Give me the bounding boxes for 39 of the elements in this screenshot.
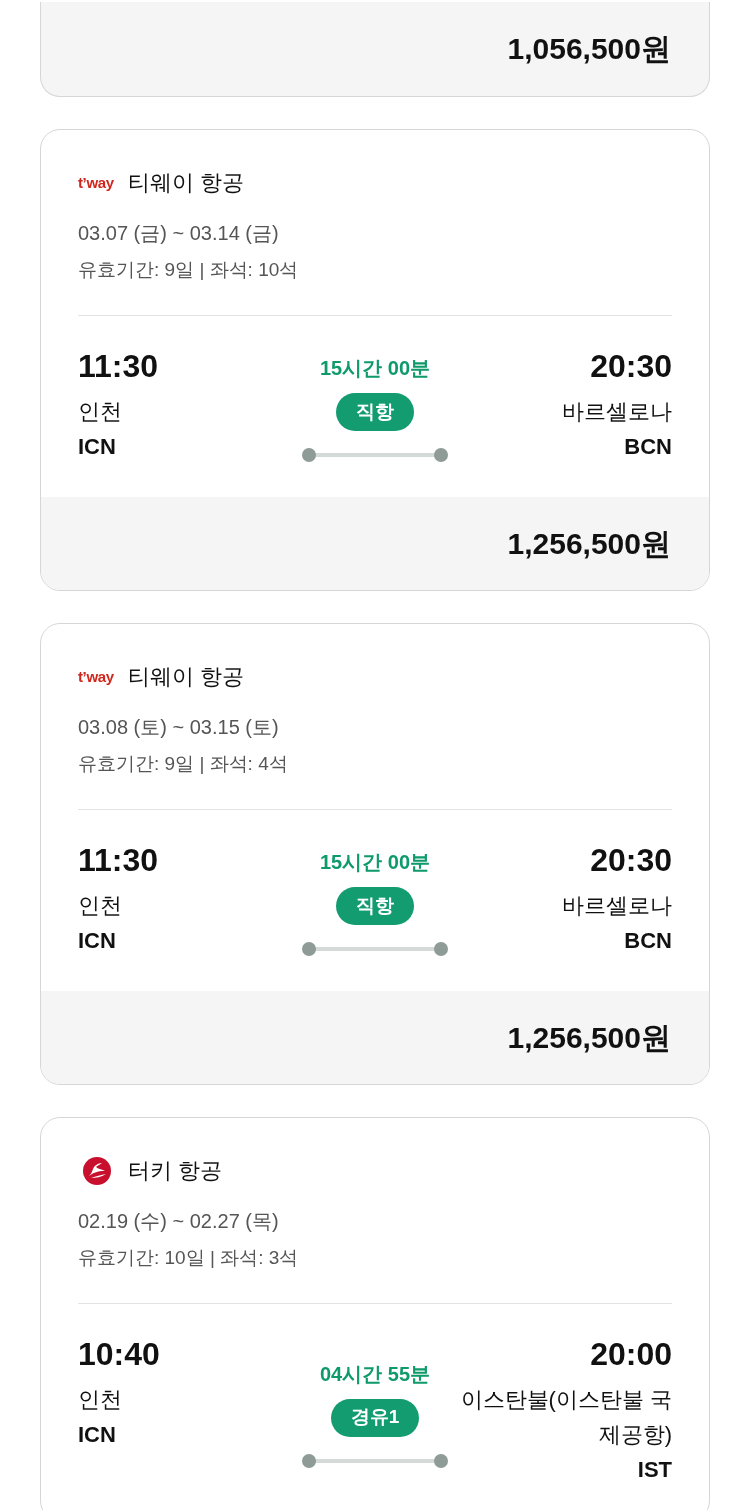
arrival-code: BCN <box>624 433 672 461</box>
stops-badge: 직항 <box>336 393 414 431</box>
flight-duration: 15시간 00분 <box>319 850 431 875</box>
price: 1,256,500원 <box>507 1019 671 1056</box>
departure-code: ICN <box>78 1421 116 1449</box>
price: 1,056,500원 <box>507 31 671 67</box>
arrival-city: 바르셀로나 <box>562 892 672 920</box>
travel-dates: 03.07 (금) ~ 03.14 (금) <box>78 221 280 246</box>
departure-time: 11:30 <box>78 347 159 386</box>
bird-emblem-icon <box>83 1157 111 1185</box>
arrival-time: 20:00 <box>590 1335 672 1374</box>
price: 1,256,500원 <box>507 525 671 562</box>
stops-badge: 직항 <box>336 887 414 925</box>
validity-seats: 유효기간: 9일 | 좌석: 4석 <box>78 750 672 778</box>
departure-city: 인천 <box>78 892 122 920</box>
flight-duration: 15시간 00분 <box>319 356 431 381</box>
arrival-time: 20:30 <box>590 841 672 880</box>
airline-name: 티웨이 항공 <box>128 169 245 197</box>
travel-dates: 03.08 (토) ~ 03.15 (토) <box>78 715 280 740</box>
stops-badge: 경유1 <box>330 1398 420 1437</box>
airline-name: 터키 항공 <box>128 1157 223 1185</box>
travel-dates: 02.19 (수) ~ 02.27 (목) <box>78 1209 280 1234</box>
airline-name: 티웨이 항공 <box>128 663 245 691</box>
departure-city: 인천 <box>78 398 122 426</box>
departure-code: ICN <box>78 927 116 955</box>
validity-seats: 유효기간: 10일 | 좌석: 3석 <box>78 1244 672 1272</box>
arrival-code: BCN <box>624 927 672 955</box>
flight-duration: 04시간 55분 <box>319 1361 431 1387</box>
airline-logo: t’way <box>78 667 115 687</box>
departure-code: ICN <box>78 433 116 461</box>
arrival-city: 이스탄불(이스탄불 국제공항) <box>459 1386 672 1449</box>
departure-time: 11:30 <box>78 841 159 880</box>
validity-seats: 유효기간: 9일 | 좌석: 10석 <box>78 256 672 284</box>
airline-logo: t’way <box>78 173 115 193</box>
departure-time: 10:40 <box>78 1335 160 1374</box>
arrival-city: 바르셀로나 <box>562 398 672 426</box>
departure-city: 인천 <box>78 1386 122 1414</box>
arrival-code: IST <box>637 1456 672 1484</box>
arrival-time: 20:30 <box>590 347 672 386</box>
